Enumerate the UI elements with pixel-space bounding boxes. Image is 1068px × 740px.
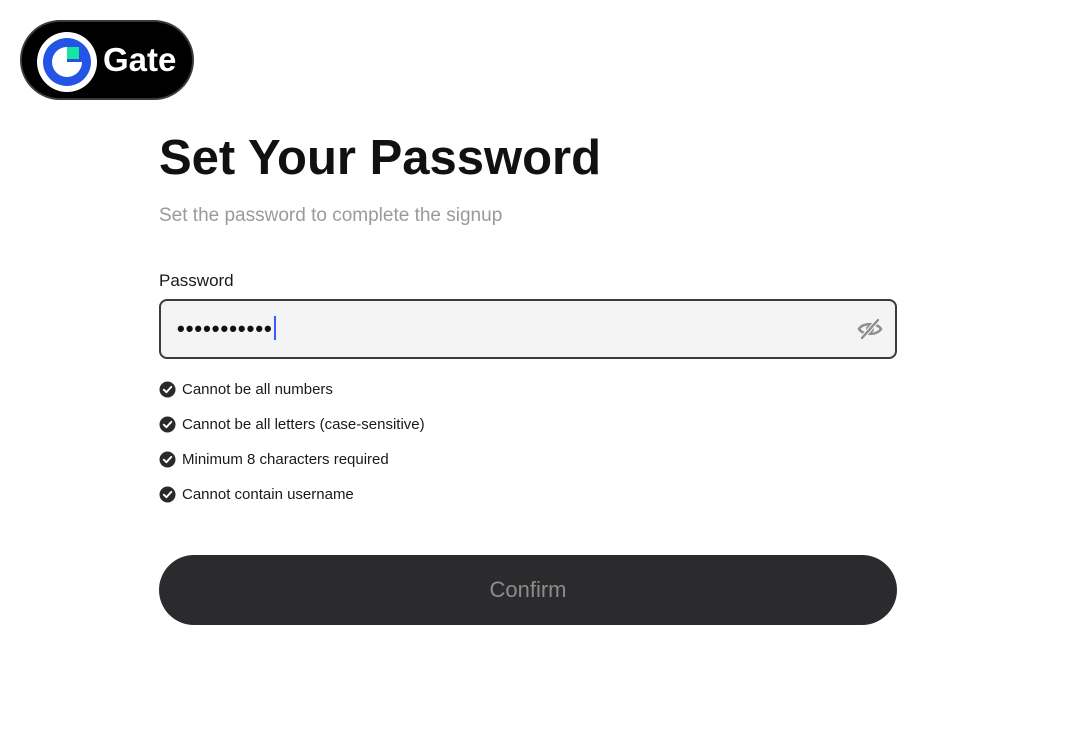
brand-name: Gate [103,41,177,78]
rule-not-all-letters: Cannot be all letters (case-sensitive) [159,413,425,435]
rule-text: Cannot contain username [182,485,354,503]
gate-logo-icon [37,32,97,92]
rule-text: Minimum 8 characters required [182,450,389,468]
password-input[interactable]: ••••••••••• [159,299,897,359]
check-circle-icon [159,451,176,467]
rule-min-length: Minimum 8 characters required [159,448,425,470]
confirm-button[interactable]: Confirm [159,555,897,625]
password-dots: ••••••••••• [177,316,273,341]
check-circle-icon [159,381,176,397]
text-caret [273,316,276,341]
eye-slash-icon[interactable] [857,317,883,341]
password-masked-value[interactable]: ••••••••••• [177,315,276,343]
rule-text: Cannot be all letters (case-sensitive) [182,415,425,433]
signup-password-page: Gate Set Your Password Set the password … [0,0,1068,740]
check-circle-icon [159,486,176,502]
rule-no-username: Cannot contain username [159,483,425,505]
page-subtitle: Set the password to complete the signup [159,205,503,226]
password-label: Password [159,271,234,290]
rule-text: Cannot be all numbers [182,380,333,398]
password-rules-list: Cannot be all numbers Cannot be all lett… [159,378,425,518]
gate-logo[interactable]: Gate [20,20,194,100]
page-title: Set Your Password [159,131,602,185]
check-circle-icon [159,416,176,432]
rule-not-all-numbers: Cannot be all numbers [159,378,425,400]
